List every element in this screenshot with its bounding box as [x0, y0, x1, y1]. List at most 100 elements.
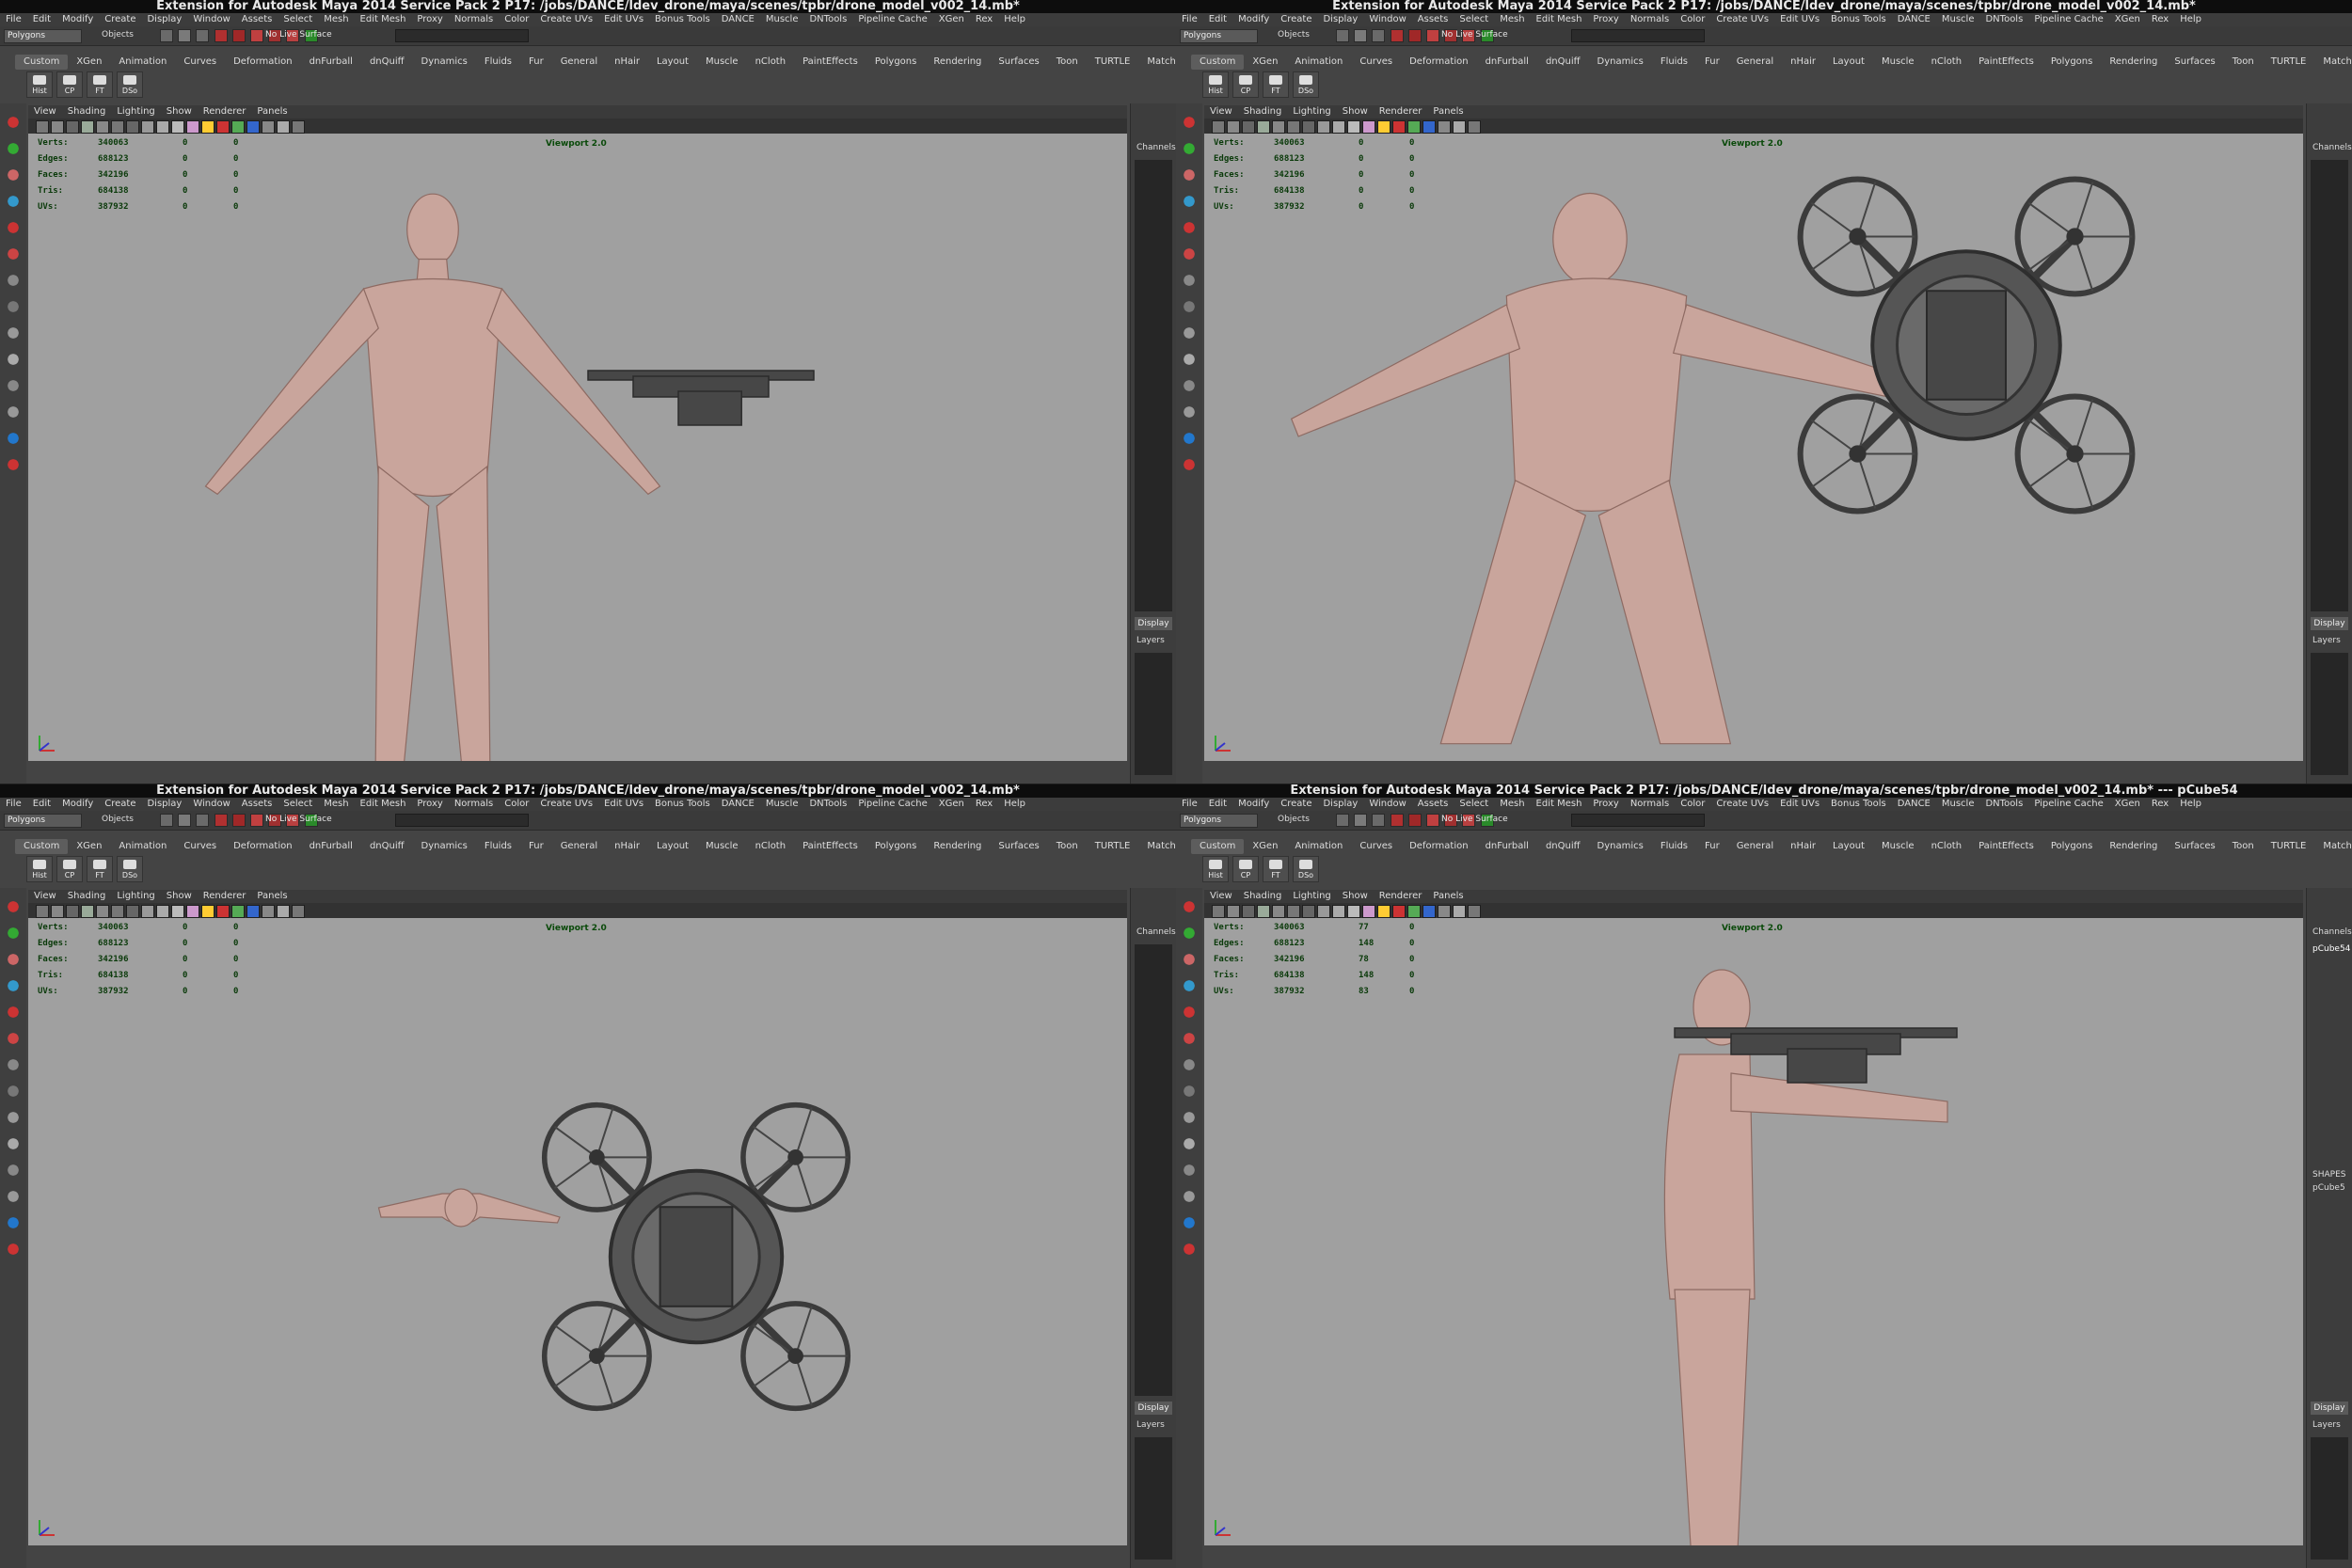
- shelf-tab-rendering[interactable]: Rendering: [925, 55, 990, 70]
- viewport-menu-lighting[interactable]: Lighting: [1287, 890, 1336, 903]
- viewport-tool-icon[interactable]: [1407, 905, 1421, 918]
- lasso-icon[interactable]: [1180, 924, 1199, 942]
- shelf-tab-layout[interactable]: Layout: [1824, 55, 1873, 70]
- viewport-tool-icon[interactable]: [1302, 905, 1315, 918]
- selected-object-name[interactable]: pCube54: [2312, 944, 2350, 954]
- select-arrow-icon[interactable]: [4, 113, 23, 132]
- viewport-tool-icon[interactable]: [186, 905, 199, 918]
- menu-color[interactable]: Color: [499, 798, 534, 811]
- shelf-tab-dnfurball[interactable]: dnFurball: [1477, 839, 1537, 854]
- shelf-tab-dnfurball[interactable]: dnFurball: [301, 55, 361, 70]
- menu-bonus-tools[interactable]: Bonus Tools: [1825, 798, 1892, 811]
- shelf-tab-toon[interactable]: Toon: [1048, 55, 1087, 70]
- menu-dance[interactable]: DANCE: [716, 13, 760, 26]
- rotate-icon[interactable]: [1180, 218, 1199, 237]
- shelf-tab-surfaces[interactable]: Surfaces: [2166, 839, 2223, 854]
- manipulator-icon[interactable]: [4, 1055, 23, 1074]
- shelf-button-hist[interactable]: Hist: [1202, 856, 1229, 882]
- shelf-tab-animation[interactable]: Animation: [1286, 839, 1351, 854]
- layout-graph-icon[interactable]: [1180, 1187, 1199, 1206]
- snap-grid-icon[interactable]: [1336, 29, 1349, 42]
- shelf-tab-dynamics[interactable]: Dynamics: [413, 55, 476, 70]
- menu-help[interactable]: Help: [2174, 798, 2207, 811]
- viewport-tool-icon[interactable]: [1407, 120, 1421, 134]
- shape-name[interactable]: pCube5: [2312, 1183, 2345, 1193]
- viewport-tool-icon[interactable]: [1347, 120, 1360, 134]
- menu-mesh[interactable]: Mesh: [1494, 13, 1530, 26]
- live-surface-label[interactable]: No Live Surface: [265, 814, 332, 826]
- viewport-tool-icon[interactable]: [1287, 905, 1300, 918]
- shelf-tab-animation[interactable]: Animation: [110, 55, 175, 70]
- menu-assets[interactable]: Assets: [236, 798, 278, 811]
- shelf-button-ft[interactable]: FT: [1263, 856, 1289, 882]
- viewport-menu-view[interactable]: View: [28, 105, 62, 119]
- shelf-tab-general[interactable]: General: [552, 839, 606, 854]
- shelf-button-ft[interactable]: FT: [87, 856, 113, 882]
- menu-bonus-tools[interactable]: Bonus Tools: [1825, 13, 1892, 26]
- snap-point-icon[interactable]: [1372, 814, 1386, 827]
- shelf-tab-dynamics[interactable]: Dynamics: [1589, 55, 1652, 70]
- ipr-render-icon[interactable]: [1407, 814, 1422, 827]
- viewport-tool-icon[interactable]: [216, 905, 230, 918]
- shelf-tab-dnquiff[interactable]: dnQuiff: [1537, 839, 1589, 854]
- shelf-tab-fur[interactable]: Fur: [520, 55, 552, 70]
- shelf-tab-layout[interactable]: Layout: [648, 839, 697, 854]
- shelf-tab-surfaces[interactable]: Surfaces: [990, 55, 1047, 70]
- menu-dntools[interactable]: DNTools: [803, 13, 852, 26]
- menu-create[interactable]: Create: [1275, 798, 1317, 811]
- layout-outliner-icon[interactable]: [4, 376, 23, 395]
- viewport-tool-icon[interactable]: [1422, 120, 1436, 134]
- shelf-tab-toon[interactable]: Toon: [1048, 839, 1087, 854]
- shelf-tab-rendering[interactable]: Rendering: [2101, 839, 2166, 854]
- shelf-tab-curves[interactable]: Curves: [175, 839, 225, 854]
- shelf-tab-muscle[interactable]: Muscle: [1873, 55, 1923, 70]
- menu-color[interactable]: Color: [1675, 798, 1710, 811]
- shelf-tab-painteffects[interactable]: PaintEffects: [794, 55, 866, 70]
- snap-grid-icon[interactable]: [160, 29, 173, 42]
- viewport-menu-panels[interactable]: Panels: [1427, 105, 1469, 119]
- viewport-tool-icon[interactable]: [171, 905, 184, 918]
- menu-window[interactable]: Window: [1363, 798, 1411, 811]
- menu-edit-uvs[interactable]: Edit UVs: [1774, 13, 1825, 26]
- menu-edit-uvs[interactable]: Edit UVs: [598, 798, 649, 811]
- menu-modify[interactable]: Modify: [1232, 13, 1275, 26]
- menu-file[interactable]: File: [1176, 798, 1203, 811]
- layout-four-icon[interactable]: [4, 1108, 23, 1127]
- shelf-tab-general[interactable]: General: [1728, 839, 1782, 854]
- shelf-tab-muscle[interactable]: Muscle: [697, 839, 747, 854]
- snap-curve-icon[interactable]: [1354, 29, 1368, 42]
- shelf-tab-xgen[interactable]: XGen: [1244, 839, 1286, 854]
- snap-curve-icon[interactable]: [178, 814, 192, 827]
- channel-list[interactable]: [1135, 160, 1172, 611]
- display-tab[interactable]: Display: [1135, 617, 1172, 630]
- shelf-tab-animation[interactable]: Animation: [110, 839, 175, 854]
- shelf-button-dso[interactable]: DSo: [117, 856, 143, 882]
- menu-pipeline-cache[interactable]: Pipeline Cache: [2028, 13, 2108, 26]
- viewport-menu-renderer[interactable]: Renderer: [1374, 890, 1428, 903]
- menu-xgen[interactable]: XGen: [2109, 798, 2146, 811]
- select-arrow-icon[interactable]: [4, 897, 23, 916]
- shelf-tab-turtle[interactable]: TURTLE: [2263, 839, 2315, 854]
- scale-icon[interactable]: [4, 1029, 23, 1048]
- shelf-button-hist[interactable]: Hist: [26, 71, 53, 98]
- channels-label[interactable]: Channels: [1136, 143, 1176, 152]
- shelf-button-cp[interactable]: CP: [56, 71, 83, 98]
- shelf-tab-matchmove[interactable]: Matchmove: [2314, 55, 2352, 70]
- viewport-menu-renderer[interactable]: Renderer: [1374, 105, 1428, 119]
- shelf-tab-deformation[interactable]: Deformation: [1401, 55, 1476, 70]
- shelf-button-dso[interactable]: DSo: [1293, 856, 1319, 882]
- shelf-tab-layout[interactable]: Layout: [648, 55, 697, 70]
- shelf-tab-muscle[interactable]: Muscle: [1873, 839, 1923, 854]
- menu-mesh[interactable]: Mesh: [318, 13, 354, 26]
- quick-command-field[interactable]: [395, 29, 529, 42]
- viewport-tool-icon[interactable]: [262, 905, 275, 918]
- menu-dance[interactable]: DANCE: [716, 798, 760, 811]
- shelf-button-cp[interactable]: CP: [56, 856, 83, 882]
- shelf-tab-general[interactable]: General: [552, 55, 606, 70]
- manipulator-icon[interactable]: [4, 271, 23, 290]
- viewport-menu-view[interactable]: View: [28, 890, 62, 903]
- menu-edit-mesh[interactable]: Edit Mesh: [355, 798, 412, 811]
- layout-side-icon[interactable]: [4, 1134, 23, 1153]
- viewport-tool-icon[interactable]: [292, 905, 305, 918]
- menu-muscle[interactable]: Muscle: [760, 798, 804, 811]
